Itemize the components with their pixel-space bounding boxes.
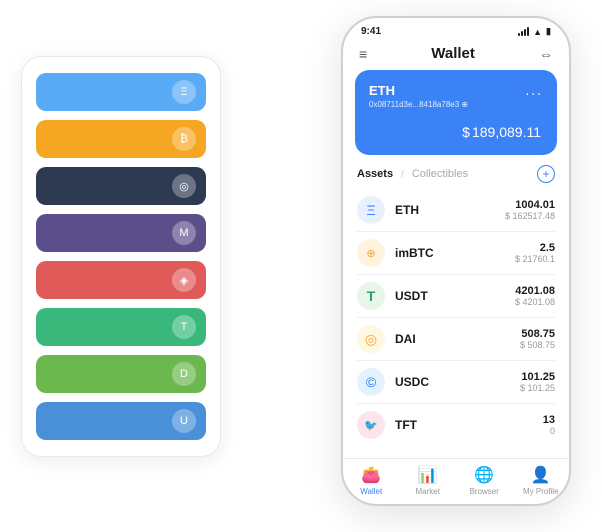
browser-nav-icon: 🌐 bbox=[474, 465, 494, 485]
asset-row-eth[interactable]: Ξ ETH 1004.01 $ 162517.48 bbox=[357, 189, 555, 232]
asset-name-imbtc: imBTC bbox=[395, 246, 515, 260]
asset-name-tft: TFT bbox=[395, 418, 543, 432]
asset-usd-usdc: $ 101.25 bbox=[520, 383, 555, 393]
asset-icon-eth: Ξ bbox=[357, 196, 385, 224]
card-icon: U bbox=[172, 409, 196, 433]
asset-icon-tft: 🐦 bbox=[357, 411, 385, 439]
asset-amounts-eth: 1004.01 $ 162517.48 bbox=[505, 199, 555, 221]
eth-card-top: ETH ... bbox=[369, 82, 543, 98]
asset-usd-tft: 0 bbox=[543, 426, 555, 436]
eth-label: ETH bbox=[369, 83, 395, 98]
asset-name-dai: DAI bbox=[395, 332, 520, 346]
profile-nav-label: My Profile bbox=[523, 487, 559, 496]
asset-name-eth: ETH bbox=[395, 203, 505, 217]
wallet-nav-icon: 👛 bbox=[361, 465, 381, 485]
eth-card[interactable]: ETH ... 0x08711d3e...8418a78e3 ⊕ $189,08… bbox=[355, 70, 557, 155]
asset-amounts-dai: 508.75 $ 508.75 bbox=[520, 328, 555, 350]
add-asset-button[interactable]: + bbox=[537, 165, 555, 183]
asset-usd-eth: $ 162517.48 bbox=[505, 211, 555, 221]
asset-row-tft[interactable]: 🐦 TFT 13 0 bbox=[357, 404, 555, 446]
asset-name-usdt: USDT bbox=[395, 289, 515, 303]
market-nav-icon: 📊 bbox=[418, 465, 438, 485]
card-item[interactable]: Ξ bbox=[36, 73, 206, 111]
card-icon: Ξ bbox=[172, 80, 196, 104]
status-time: 9:41 bbox=[361, 26, 381, 37]
asset-icon-usdt: T bbox=[357, 282, 385, 310]
card-icon: M bbox=[172, 221, 196, 245]
card-icon: D bbox=[172, 362, 196, 386]
phone: 9:41 ▲ ▮ ≡ Wallet ⇔ ETH ... bbox=[341, 16, 571, 506]
eth-address: 0x08711d3e...8418a78e3 ⊕ bbox=[369, 100, 543, 109]
asset-usd-usdt: $ 4201.08 bbox=[515, 297, 555, 307]
battery-icon: ▮ bbox=[546, 26, 551, 37]
card-item[interactable]: M bbox=[36, 214, 206, 252]
asset-amount-dai: 508.75 bbox=[520, 328, 555, 340]
asset-icon-dai: ◎ bbox=[357, 325, 385, 353]
status-icons: ▲ ▮ bbox=[518, 26, 551, 37]
eth-balance: $189,089.11 bbox=[369, 117, 543, 143]
asset-row-usdc[interactable]: © USDC 101.25 $ 101.25 bbox=[357, 361, 555, 404]
tab-collectibles[interactable]: Collectibles bbox=[412, 168, 468, 180]
asset-amount-eth: 1004.01 bbox=[505, 199, 555, 211]
asset-row-dai[interactable]: ◎ DAI 508.75 $ 508.75 bbox=[357, 318, 555, 361]
card-icon: ◎ bbox=[172, 174, 196, 198]
asset-row-usdt[interactable]: T USDT 4201.08 $ 4201.08 bbox=[357, 275, 555, 318]
asset-usd-imbtc: $ 21760.1 bbox=[515, 254, 555, 264]
asset-amounts-usdt: 4201.08 $ 4201.08 bbox=[515, 285, 555, 307]
asset-amounts-tft: 13 0 bbox=[543, 414, 555, 436]
asset-amounts-usdc: 101.25 $ 101.25 bbox=[520, 371, 555, 393]
scene: Ξ ₿ ◎ M ◈ T D U 9:41 bbox=[21, 16, 581, 516]
browser-nav-label: Browser bbox=[470, 487, 499, 496]
card-item[interactable]: T bbox=[36, 308, 206, 346]
assets-tabs: Assets / Collectibles bbox=[357, 168, 468, 180]
card-icon: ◈ bbox=[172, 268, 196, 292]
card-item[interactable]: ◈ bbox=[36, 261, 206, 299]
asset-icon-usdc: © bbox=[357, 368, 385, 396]
nav-item-wallet[interactable]: 👛 Wallet bbox=[343, 465, 400, 496]
asset-amount-usdc: 101.25 bbox=[520, 371, 555, 383]
bottom-nav: 👛 Wallet 📊 Market 🌐 Browser 👤 My Profile bbox=[343, 458, 569, 504]
market-nav-label: Market bbox=[416, 487, 440, 496]
assets-header: Assets / Collectibles + bbox=[343, 165, 569, 189]
asset-name-usdc: USDC bbox=[395, 375, 520, 389]
status-bar: 9:41 ▲ ▮ bbox=[343, 18, 569, 41]
eth-more-icon[interactable]: ... bbox=[525, 82, 543, 98]
signal-icon bbox=[518, 27, 529, 36]
nav-item-browser[interactable]: 🌐 Browser bbox=[456, 465, 513, 496]
wifi-icon: ▲ bbox=[533, 27, 542, 37]
card-item[interactable]: ◎ bbox=[36, 167, 206, 205]
page-title: Wallet bbox=[431, 45, 475, 62]
nav-item-profile[interactable]: 👤 My Profile bbox=[513, 465, 570, 496]
tab-assets[interactable]: Assets bbox=[357, 168, 393, 180]
asset-list: Ξ ETH 1004.01 $ 162517.48 ⊕ imBTC 2.5 $ … bbox=[343, 189, 569, 458]
card-icon: ₿ bbox=[172, 127, 196, 151]
menu-icon[interactable]: ≡ bbox=[359, 46, 367, 62]
asset-amount-tft: 13 bbox=[543, 414, 555, 426]
asset-row-imbtc[interactable]: ⊕ imBTC 2.5 $ 21760.1 bbox=[357, 232, 555, 275]
card-item[interactable]: D bbox=[36, 355, 206, 393]
phone-header: ≡ Wallet ⇔ bbox=[343, 41, 569, 70]
profile-nav-icon: 👤 bbox=[531, 465, 551, 485]
asset-icon-imbtc: ⊕ bbox=[357, 239, 385, 267]
wallet-nav-label: Wallet bbox=[360, 487, 382, 496]
asset-amounts-imbtc: 2.5 $ 21760.1 bbox=[515, 242, 555, 264]
asset-amount-usdt: 4201.08 bbox=[515, 285, 555, 297]
card-icon: T bbox=[172, 315, 196, 339]
card-stack: Ξ ₿ ◎ M ◈ T D U bbox=[21, 56, 221, 457]
asset-amount-imbtc: 2.5 bbox=[515, 242, 555, 254]
card-item[interactable]: U bbox=[36, 402, 206, 440]
expand-icon[interactable]: ⇔ bbox=[539, 46, 553, 62]
nav-item-market[interactable]: 📊 Market bbox=[400, 465, 457, 496]
tab-divider: / bbox=[401, 169, 404, 180]
card-item[interactable]: ₿ bbox=[36, 120, 206, 158]
asset-usd-dai: $ 508.75 bbox=[520, 340, 555, 350]
